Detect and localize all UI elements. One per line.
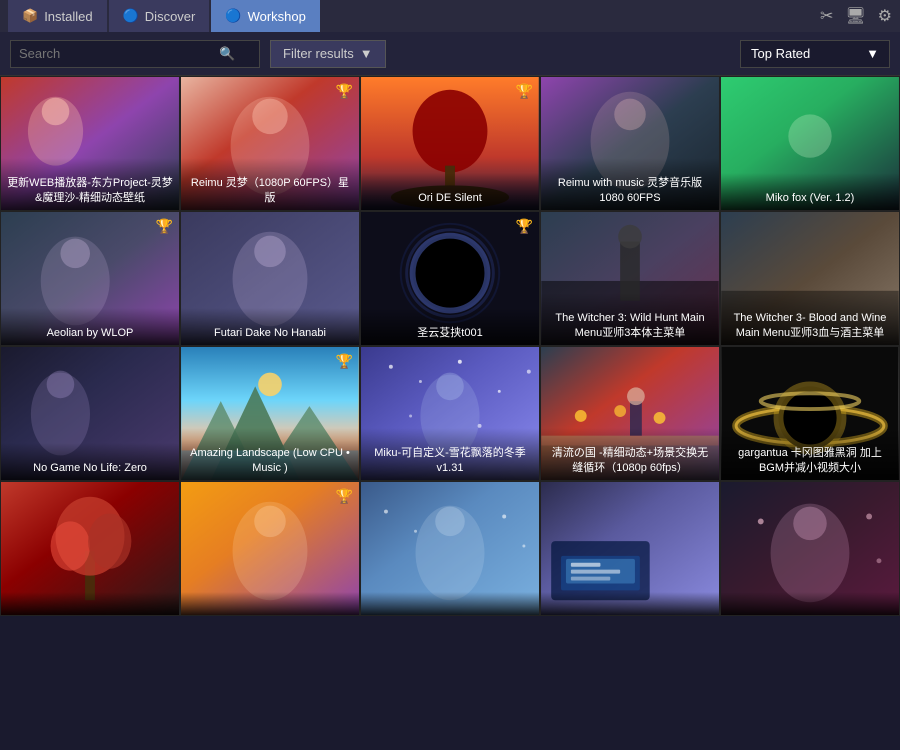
sort-chevron-icon: ▼: [866, 46, 879, 61]
search-input-wrapper: 🔍: [10, 40, 260, 68]
list-item[interactable]: Reimu with music 灵梦音乐版 1080 60FPS: [540, 76, 720, 211]
search-icon-btn[interactable]: 🔍: [219, 46, 235, 62]
list-item[interactable]: Aeolian by WLOP 🏆: [0, 211, 180, 346]
item-label: 圣云芟挟t001: [361, 308, 539, 345]
item-label: The Witcher 3: Wild Hunt Main Menu亚师3本体主…: [541, 293, 719, 345]
filter-label: Filter results: [283, 46, 354, 61]
list-item[interactable]: Reimu 灵梦（1080P 60FPS）星版 🏆: [180, 76, 360, 211]
item-trophy-badge: 🏆: [336, 83, 353, 100]
sort-dropdown[interactable]: Top Rated ▼: [740, 40, 890, 68]
item-trophy-badge: 🏆: [156, 218, 173, 235]
top-nav: 📦 Installed 🔵 Discover 🔵 Workshop ✂ 🖥 ⚙: [0, 0, 900, 32]
item-label: 更新WEB播放器-东方Project-灵梦&魔理沙-精细动态壁纸: [1, 158, 179, 210]
list-item[interactable]: Futari Dake No Hanabi: [180, 211, 360, 346]
workshop-icon: 🔵: [225, 8, 241, 24]
list-item[interactable]: [360, 481, 540, 616]
item-label: gargantua 卡冈图雅黑洞 加上BGM并减小视频大小: [721, 428, 899, 480]
gear-icon-btn[interactable]: ⚙: [878, 6, 892, 26]
item-label: 清流の国 -精细动态+场景交换无缝循环（1080p 60fps）: [541, 428, 719, 480]
list-item[interactable]: The Witcher 3: Wild Hunt Main Menu亚师3本体主…: [540, 211, 720, 346]
installed-icon: 📦: [22, 8, 38, 24]
search-bar: 🔍 Filter results ▼ Top Rated ▼: [0, 32, 900, 76]
tab-workshop[interactable]: 🔵 Workshop: [211, 0, 319, 32]
list-item[interactable]: The Witcher 3- Blood and Wine Main Menu亚…: [720, 211, 900, 346]
list-item[interactable]: No Game No Life: Zero: [0, 346, 180, 481]
list-item[interactable]: [0, 481, 180, 616]
item-label: [721, 592, 899, 615]
wallpaper-grid: 更新WEB播放器-东方Project-灵梦&魔理沙-精细动态壁纸 Reimu 灵…: [0, 76, 900, 616]
item-label: Aeolian by WLOP: [1, 308, 179, 345]
item-label: Reimu with music 灵梦音乐版 1080 60FPS: [541, 158, 719, 210]
discover-icon: 🔵: [123, 8, 139, 24]
list-item[interactable]: [540, 481, 720, 616]
sort-label: Top Rated: [751, 46, 810, 61]
item-trophy-badge: 🏆: [336, 353, 353, 370]
wrench-icon-btn[interactable]: ✂: [820, 6, 833, 26]
list-item[interactable]: 🏆: [180, 481, 360, 616]
list-item[interactable]: [720, 481, 900, 616]
item-label: Amazing Landscape (Low CPU • Music ): [181, 428, 359, 480]
tab-discover-label: Discover: [145, 9, 196, 24]
item-label: Miko fox (Ver. 1.2): [721, 173, 899, 210]
item-label: No Game No Life: Zero: [1, 443, 179, 480]
item-label: [361, 592, 539, 615]
tab-installed[interactable]: 📦 Installed: [8, 0, 107, 32]
item-label: [541, 592, 719, 615]
list-item[interactable]: Miko fox (Ver. 1.2): [720, 76, 900, 211]
tab-workshop-label: Workshop: [248, 9, 306, 24]
item-label: Ori DE Silent: [361, 173, 539, 210]
list-item[interactable]: 更新WEB播放器-东方Project-灵梦&魔理沙-精细动态壁纸: [0, 76, 180, 211]
list-item[interactable]: Amazing Landscape (Low CPU • Music ) 🏆: [180, 346, 360, 481]
item-label: The Witcher 3- Blood and Wine Main Menu亚…: [721, 293, 899, 345]
item-label: Miku-可自定义-雪花飘落的冬季 v1.31: [361, 428, 539, 480]
search-input[interactable]: [19, 46, 219, 61]
list-item[interactable]: 清流の国 -精细动态+场景交换无缝循环（1080p 60fps）: [540, 346, 720, 481]
item-trophy-badge: 🏆: [516, 218, 533, 235]
list-item[interactable]: 圣云芟挟t001 🏆: [360, 211, 540, 346]
list-item[interactable]: Ori DE Silent 🏆: [360, 76, 540, 211]
item-trophy-badge: 🏆: [336, 488, 353, 505]
item-label: Futari Dake No Hanabi: [181, 308, 359, 345]
filter-button[interactable]: Filter results ▼: [270, 40, 386, 68]
tab-discover[interactable]: 🔵 Discover: [109, 0, 210, 32]
item-label: [181, 592, 359, 615]
filter-icon: ▼: [360, 46, 373, 61]
item-label: [1, 592, 179, 615]
tab-installed-label: Installed: [44, 9, 92, 24]
item-label: Reimu 灵梦（1080P 60FPS）星版: [181, 158, 359, 210]
monitor-icon-btn[interactable]: 🖥: [845, 6, 865, 26]
list-item[interactable]: gargantua 卡冈图雅黑洞 加上BGM并减小视频大小: [720, 346, 900, 481]
nav-icon-group: ✂ 🖥 ⚙: [820, 6, 892, 26]
list-item[interactable]: Miku-可自定义-雪花飘落的冬季 v1.31: [360, 346, 540, 481]
item-trophy-badge: 🏆: [516, 83, 533, 100]
nav-tabs: 📦 Installed 🔵 Discover 🔵 Workshop: [8, 0, 320, 32]
